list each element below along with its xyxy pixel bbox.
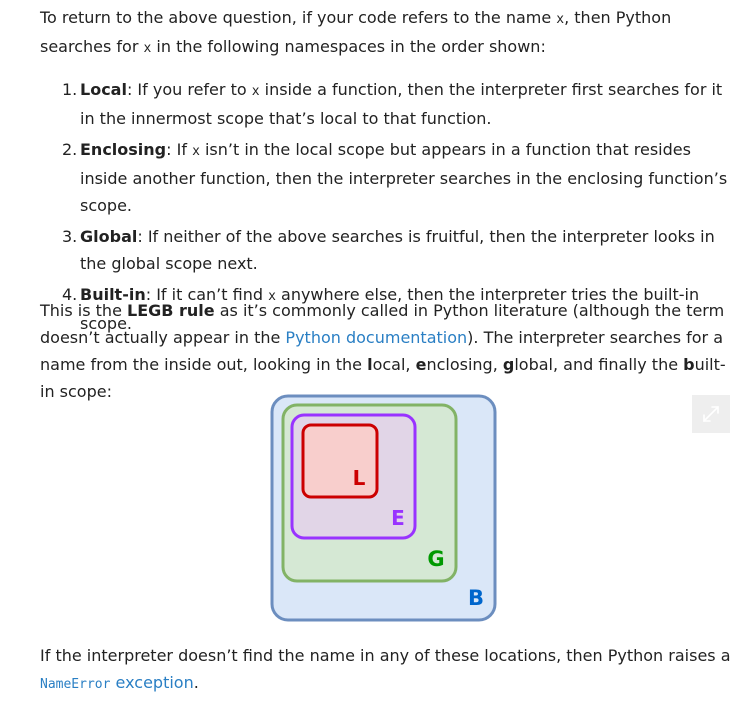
legb-text: nclosing, xyxy=(426,355,503,374)
legb-letter: b xyxy=(683,355,695,374)
list-text: : If neither of the above searches is fr… xyxy=(80,227,715,273)
local-scope-box xyxy=(301,423,379,499)
article-page: To return to the above question, if your… xyxy=(0,0,756,706)
inline-code-nameerror: NameError xyxy=(40,677,111,692)
local-label: L xyxy=(353,466,366,490)
list-text: : If xyxy=(166,140,193,159)
nameerror-exception-link[interactable]: NameError exception xyxy=(40,673,194,692)
list-number: 1. xyxy=(62,80,78,99)
list-number: 2. xyxy=(62,140,78,159)
outro-text: . xyxy=(193,673,199,692)
outro-paragraph: If the interpreter doesn’t find the name… xyxy=(40,642,740,698)
legb-letter: e xyxy=(415,355,427,374)
exception-link-text: exception xyxy=(110,673,194,692)
global-label: G xyxy=(427,547,444,571)
intro-text: To return to the above question, if your… xyxy=(40,8,557,27)
term-local: Local xyxy=(80,80,127,99)
inline-code-x: x xyxy=(251,84,260,99)
list-text: : If you refer to xyxy=(126,80,252,99)
list-item-global: 3. Global: If neither of the above search… xyxy=(40,223,730,277)
python-documentation-link[interactable]: Python documentation xyxy=(285,328,467,347)
list-item-local: 1. Local: If you refer to x inside a func… xyxy=(40,76,730,132)
expand-icon xyxy=(703,406,719,422)
legb-paragraph: This is the LEGB rule as it’s commonly c… xyxy=(40,297,740,405)
inline-code-x: x xyxy=(192,144,200,159)
legb-text: lobal, and finally the xyxy=(514,355,684,374)
expand-image-button[interactable] xyxy=(692,395,730,433)
legb-letter: g xyxy=(502,355,515,374)
legb-text: ocal, xyxy=(372,355,416,374)
enclosing-label: E xyxy=(391,506,405,530)
list-number: 3. xyxy=(62,227,78,246)
outro-text: If the interpreter doesn’t find the name… xyxy=(40,646,731,665)
list-item-enclosing: 2. Enclosing: If x isn’t in the local sco… xyxy=(40,136,730,219)
legb-diagram[interactable]: L E G B xyxy=(270,394,498,624)
term-enclosing: Enclosing xyxy=(80,140,167,159)
builtin-label: B xyxy=(468,586,484,610)
intro-text: in the following namespaces in the order… xyxy=(151,37,546,56)
legb-rule-term: LEGB rule xyxy=(127,301,215,320)
term-global: Global xyxy=(80,227,138,246)
inline-code-x: x xyxy=(556,12,565,27)
legb-text: This is the xyxy=(40,301,127,320)
intro-paragraph: To return to the above question, if your… xyxy=(40,4,740,62)
